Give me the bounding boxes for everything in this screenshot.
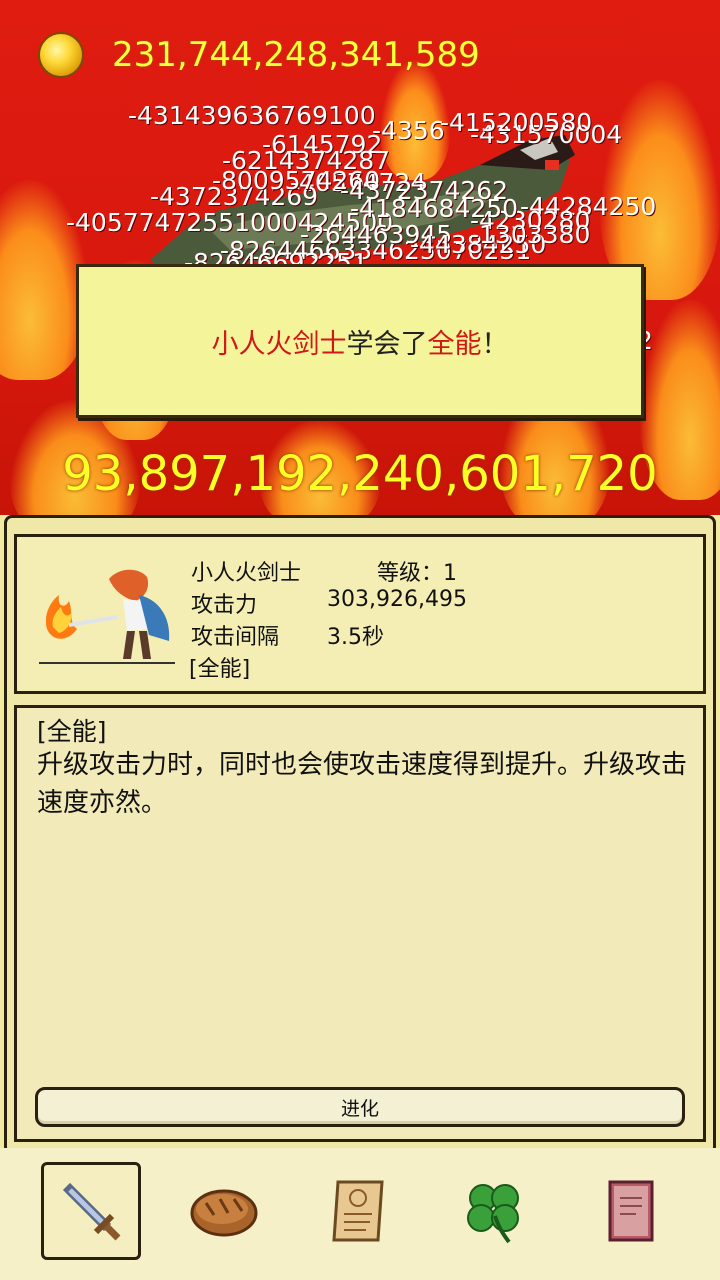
book-icon	[608, 1180, 654, 1242]
attack-value: 303,926,495	[327, 587, 467, 612]
tab-book[interactable]	[580, 1162, 680, 1260]
dialog-verb: 学会了	[346, 328, 428, 360]
attack-interval-value: 3.5秒	[327, 625, 384, 650]
battle-scene[interactable]: 231,744,248,341,589 -431439636769100 -43…	[0, 0, 720, 515]
hero-portrait	[39, 569, 175, 664]
sword-icon	[62, 1182, 121, 1241]
coin-icon	[38, 32, 84, 78]
attack-interval-label: 攻击间隔	[191, 625, 280, 650]
skill-learned-dialog[interactable]: 小人火剑士学会了全能！	[76, 264, 644, 418]
tab-scrolls[interactable]	[310, 1162, 410, 1260]
bottom-tab-bar	[0, 1148, 720, 1280]
hero-level: 等级：1	[377, 561, 457, 586]
scroll-icon	[332, 1180, 384, 1242]
dialog-message: 小人火剑士学会了全能！	[212, 322, 509, 361]
evolve-button[interactable]: 进化	[35, 1087, 685, 1127]
attack-label: 攻击力	[191, 593, 258, 618]
skill-description: 升级攻击力时，同时也会使攻击速度得到提升。升级攻击速度亦然。	[37, 750, 688, 818]
dialog-skill-name: 全能	[427, 328, 482, 360]
tab-luck[interactable]	[444, 1162, 544, 1260]
hero-skill-tag: [全能]	[189, 657, 251, 682]
skill-title: [全能]	[37, 717, 107, 746]
damage-number: -415200580	[440, 108, 593, 137]
bread-icon	[190, 1189, 258, 1237]
damage-number: -4184684250	[350, 194, 519, 223]
skill-description-box: [全能] 升级攻击力时，同时也会使攻击速度得到提升。升级攻击速度亦然。	[14, 705, 706, 1142]
damage-number: -4356	[372, 116, 445, 145]
damage-number: -1303380	[470, 220, 591, 249]
tab-food[interactable]	[174, 1162, 274, 1260]
tab-heroes[interactable]	[41, 1162, 141, 1260]
clover-icon	[467, 1184, 519, 1244]
hero-info-card: 小人火剑士 等级：1 攻击力 303,926,495 攻击间隔 3.5秒 [全能…	[14, 534, 706, 694]
dialog-exclamation: ！	[481, 328, 509, 360]
hero-name: 小人火剑士	[191, 561, 302, 586]
dialog-hero-name: 小人火剑士	[211, 328, 347, 360]
gold-counter: 231,744,248,341,589	[38, 30, 480, 80]
gold-amount: 231,744,248,341,589	[112, 35, 480, 75]
total-damage: 93,897,192,240,601,720	[62, 446, 658, 502]
damage-number: -431439636769100	[128, 101, 376, 130]
